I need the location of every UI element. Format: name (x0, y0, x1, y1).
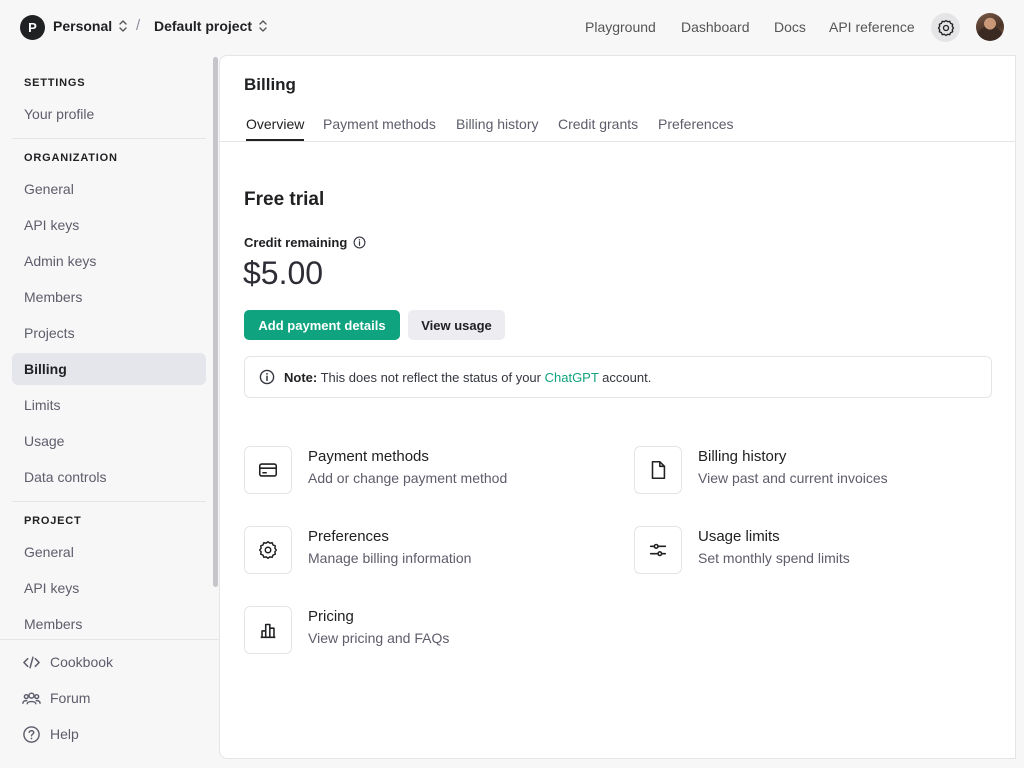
card-description: View past and current invoices (698, 470, 888, 486)
org-name: Personal (53, 18, 113, 34)
card-icon-box (244, 606, 292, 654)
tab-credit-grants[interactable]: Credit grants (558, 116, 638, 139)
divider (12, 138, 206, 139)
sidebar-item-your-profile[interactable]: Your profile (12, 98, 206, 130)
settings-heading: SETTINGS (24, 77, 86, 89)
user-avatar[interactable] (976, 13, 1004, 41)
cookbook-link[interactable]: Cookbook (22, 650, 113, 674)
note-text-after: account. (598, 369, 652, 385)
card-title: Preferences (308, 528, 389, 545)
add-payment-details-button[interactable]: Add payment details (244, 310, 400, 340)
card-title: Payment methods (308, 448, 429, 465)
breadcrumb-separator: / (136, 17, 141, 34)
cookbook-label: Cookbook (50, 654, 114, 670)
org-switcher[interactable]: Personal (53, 18, 128, 34)
nav-playground[interactable]: Playground (585, 19, 656, 35)
card-title: Billing history (698, 448, 787, 465)
divider (0, 639, 219, 640)
help-label: Help (50, 726, 79, 742)
sidebar-item-org-general[interactable]: General (12, 173, 206, 205)
card-icon-box (634, 446, 682, 494)
main-panel: Billing Overview Payment methods Billing… (219, 55, 1016, 759)
card-description: Manage billing information (308, 550, 472, 566)
project-name: Default project (154, 18, 253, 34)
card-icon-box (244, 526, 292, 574)
forum-link[interactable]: Forum (22, 686, 90, 710)
sidebar-item-project-api-keys[interactable]: API keys (12, 572, 206, 604)
credit-amount: $5.00 (243, 255, 324, 291)
sidebar-item-project-general[interactable]: General (12, 536, 206, 568)
nav-docs[interactable]: Docs (774, 19, 806, 35)
note-banner: Note: This does not reflect the status o… (244, 356, 992, 398)
chatgpt-link[interactable]: ChatGPT (545, 370, 599, 385)
card-description: Add or change payment method (308, 470, 508, 486)
note-bold: Note: (284, 369, 318, 385)
sliders-icon (649, 543, 667, 557)
sidebar-item-project-members[interactable]: Members (12, 608, 206, 639)
sidebar-item-limits[interactable]: Limits (12, 389, 206, 421)
nav-dashboard[interactable]: Dashboard (681, 19, 750, 35)
divider (12, 501, 206, 502)
bar-chart-icon (260, 623, 276, 639)
sidebar: SETTINGS Your profile ORGANIZATION Gener… (0, 55, 219, 768)
tab-overview[interactable]: Overview (246, 116, 305, 141)
note-text-before: This does not reflect the status of your (317, 369, 545, 385)
top-bar: P Personal / Default project Playground … (0, 0, 1024, 55)
sidebar-item-usage[interactable]: Usage (12, 425, 206, 457)
card-description: View pricing and FAQs (308, 630, 450, 646)
note-text: Note: This does not reflect the status o… (284, 370, 651, 385)
pricing-card[interactable]: Pricing View pricing and FAQs (244, 606, 584, 656)
users-icon (22, 691, 41, 704)
page-title: Billing (244, 75, 296, 94)
card-title: Pricing (308, 608, 354, 625)
tab-payment-methods[interactable]: Payment methods (323, 116, 436, 139)
chevron-updown-icon (119, 20, 127, 32)
sidebar-item-billing[interactable]: Billing (12, 353, 206, 385)
usage-limits-card[interactable]: Usage limits Set monthly spend limits (634, 526, 974, 576)
preferences-card[interactable]: Preferences Manage billing information (244, 526, 584, 576)
sidebar-scroll-area[interactable]: SETTINGS Your profile ORGANIZATION Gener… (0, 55, 219, 639)
project-switcher[interactable]: Default project (154, 18, 268, 34)
plan-title: Free trial (244, 189, 325, 210)
payment-methods-card[interactable]: Payment methods Add or change payment me… (244, 446, 584, 496)
info-icon[interactable] (353, 236, 366, 249)
sidebar-item-data-controls[interactable]: Data controls (12, 461, 206, 493)
file-icon (651, 460, 666, 480)
code-icon (23, 656, 40, 668)
help-link[interactable]: Help (22, 722, 79, 746)
tab-billing-history[interactable]: Billing history (456, 116, 538, 139)
tabs-divider (220, 141, 1015, 142)
card-description: Set monthly spend limits (698, 550, 850, 566)
card-icon-box (244, 446, 292, 494)
nav-api-reference[interactable]: API reference (829, 19, 915, 35)
org-avatar[interactable]: P (20, 15, 45, 40)
credit-remaining-label: Credit remaining (244, 235, 366, 250)
settings-button[interactable] (931, 13, 960, 42)
info-icon (259, 369, 275, 385)
billing-history-card[interactable]: Billing history View past and current in… (634, 446, 974, 496)
sidebar-item-projects[interactable]: Projects (12, 317, 206, 349)
organization-heading: ORGANIZATION (24, 152, 118, 164)
sidebar-item-org-api-keys[interactable]: API keys (12, 209, 206, 241)
help-icon (23, 725, 40, 743)
forum-label: Forum (50, 690, 91, 706)
sidebar-item-admin-keys[interactable]: Admin keys (12, 245, 206, 277)
gear-icon (937, 19, 954, 36)
chevron-updown-icon (259, 20, 267, 32)
card-title: Usage limits (698, 528, 780, 545)
gear-icon (259, 541, 277, 559)
project-heading: PROJECT (24, 515, 82, 527)
sidebar-item-members[interactable]: Members (12, 281, 206, 313)
view-usage-button[interactable]: View usage (408, 310, 505, 340)
credit-label-text: Credit remaining (244, 235, 348, 250)
sidebar-scrollbar[interactable] (213, 57, 218, 587)
credit-card-icon (258, 463, 278, 477)
tab-preferences[interactable]: Preferences (658, 116, 733, 139)
card-icon-box (634, 526, 682, 574)
